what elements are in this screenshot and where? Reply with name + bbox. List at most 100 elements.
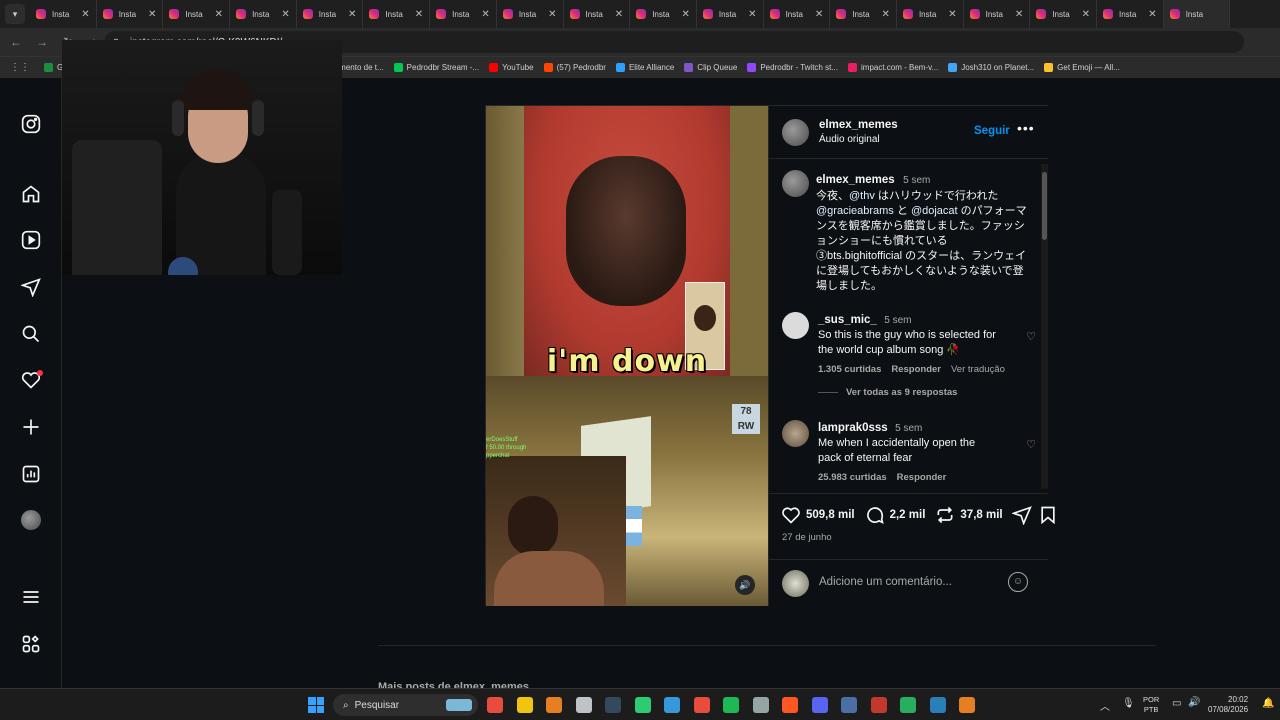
taskbar-app-icon[interactable]: [693, 697, 710, 713]
comment-username[interactable]: lamprak0sss: [818, 422, 888, 434]
more-icon[interactable]: [19, 632, 43, 656]
browser-tab[interactable]: Insta ✕: [30, 0, 97, 28]
like-icon[interactable]: [781, 505, 801, 525]
author-username[interactable]: elmex_memes: [819, 119, 898, 131]
reels-icon[interactable]: [19, 228, 43, 252]
close-tab-icon[interactable]: ✕: [148, 9, 156, 20]
menu-icon[interactable]: [19, 585, 43, 609]
browser-tab[interactable]: Insta ✕: [897, 0, 964, 28]
taskbar-app-icon[interactable]: [811, 697, 828, 713]
audio-link[interactable]: Áudio original: [819, 134, 880, 145]
browser-tab[interactable]: Insta ✕: [630, 0, 697, 28]
browser-tab[interactable]: Insta ✕: [497, 0, 564, 28]
browser-tab[interactable]: Insta ✕: [363, 0, 431, 28]
comment-icon[interactable]: [865, 505, 885, 525]
taskbar-app-icon[interactable]: [841, 697, 857, 713]
bookmark-item[interactable]: impact.com - Bem-v...: [848, 63, 938, 72]
close-tab-icon[interactable]: ✕: [748, 9, 756, 20]
comment-avatar[interactable]: [782, 420, 809, 447]
view-replies-button[interactable]: Ver todas as 9 respostas: [846, 387, 957, 398]
tab-list-button[interactable]: ▾: [5, 4, 25, 24]
close-tab-icon[interactable]: ✕: [1082, 9, 1090, 20]
search-icon[interactable]: [19, 322, 43, 346]
comment-username[interactable]: _sus_mic_: [818, 314, 877, 326]
input-language[interactable]: POR PTB: [1143, 695, 1159, 715]
repost-count[interactable]: 37,8 mil: [960, 509, 1002, 521]
bookmark-item[interactable]: (57) Pedrodbr: [543, 63, 606, 72]
start-icon[interactable]: [308, 697, 324, 713]
bookmark-item[interactable]: Elite Alliance: [615, 63, 674, 72]
more-options-icon[interactable]: •••: [1017, 120, 1035, 136]
taskbar-app-icon[interactable]: [900, 697, 916, 713]
browser-tab[interactable]: Insta ✕: [564, 0, 631, 28]
network-icon[interactable]: ▭: [1172, 698, 1181, 709]
profile-icon[interactable]: [19, 508, 43, 532]
follow-button[interactable]: Seguir: [974, 125, 1010, 137]
instagram-icon[interactable]: [19, 112, 43, 136]
dashboard-icon[interactable]: [19, 462, 43, 486]
bookmark-item[interactable]: Get Emoji — All...: [1044, 63, 1120, 72]
taskbar-app-icon[interactable]: [723, 697, 739, 713]
browser-tab[interactable]: Insta ✕: [1097, 0, 1164, 28]
create-icon[interactable]: [19, 415, 43, 439]
volume-icon[interactable]: 🔊: [1188, 697, 1200, 708]
caption-username[interactable]: elmex_memes: [816, 174, 895, 186]
comment-likes[interactable]: 25.983 curtidas: [818, 472, 887, 483]
mention-link[interactable]: @gracieabrams: [816, 205, 894, 217]
close-tab-icon[interactable]: ✕: [1148, 9, 1156, 20]
close-tab-icon[interactable]: ✕: [882, 9, 890, 20]
translate-button[interactable]: Ver tradução: [951, 364, 1005, 375]
reply-button[interactable]: Responder: [891, 364, 941, 375]
reply-button[interactable]: Responder: [897, 472, 947, 483]
back-icon[interactable]: ←: [6, 35, 26, 49]
close-tab-icon[interactable]: ✕: [815, 9, 823, 20]
close-tab-icon[interactable]: ✕: [215, 9, 223, 20]
close-tab-icon[interactable]: ✕: [481, 9, 489, 20]
close-tab-icon[interactable]: ✕: [615, 9, 623, 20]
taskbar-app-icon[interactable]: [752, 697, 769, 713]
mention-link[interactable]: @dojacat: [911, 205, 958, 217]
browser-tab[interactable]: Insta ✕: [230, 0, 297, 28]
browser-tab[interactable]: Insta ✕: [1030, 0, 1097, 28]
bookmark-item[interactable]: Clip Queue: [684, 63, 737, 72]
apps-icon[interactable]: ⋮⋮: [10, 62, 30, 73]
browser-tab[interactable]: Insta ✕: [163, 0, 231, 28]
close-tab-icon[interactable]: ✕: [81, 9, 89, 20]
explore-icon[interactable]: [19, 275, 43, 299]
taskbar-app-icon[interactable]: [605, 697, 621, 713]
taskbar-app-icon[interactable]: [782, 697, 798, 713]
browser-tab[interactable]: Insta ✕: [97, 0, 164, 28]
close-tab-icon[interactable]: ✕: [281, 9, 289, 20]
browser-tab[interactable]: Insta ✕: [830, 0, 897, 28]
notification-center-icon[interactable]: 🔔: [1262, 698, 1274, 709]
taskbar-app-icon[interactable]: [575, 697, 592, 713]
close-tab-icon[interactable]: ✕: [548, 9, 556, 20]
bookmark-item[interactable]: Josh310 on Planet...: [948, 63, 1034, 72]
taskbar-app-icon[interactable]: [664, 697, 680, 713]
bookmark-item[interactable]: Pedrodbr Stream -...: [393, 63, 479, 72]
bookmark-item[interactable]: YouTube: [489, 63, 534, 72]
taskbar-app-icon[interactable]: [516, 697, 533, 713]
comment-like-icon[interactable]: ♡: [1026, 330, 1036, 343]
save-icon[interactable]: [1039, 505, 1057, 525]
comment-avatar[interactable]: [782, 312, 809, 339]
browser-tab[interactable]: Insta ✕: [964, 0, 1031, 28]
browser-tab[interactable]: Insta ✕: [430, 0, 497, 28]
browser-tab[interactable]: Insta ✕: [764, 0, 831, 28]
share-icon[interactable]: [1012, 505, 1032, 525]
taskbar-app-icon[interactable]: [487, 697, 503, 713]
comment-likes[interactable]: 1.305 curtidas: [818, 364, 881, 375]
taskbar-search[interactable]: ⌕ Pesquisar: [333, 694, 478, 716]
mention-link[interactable]: @thv: [849, 190, 875, 202]
caption-avatar[interactable]: [782, 170, 809, 197]
comment-like-icon[interactable]: ♡: [1026, 438, 1036, 451]
tray-chevron-icon[interactable]: ︿: [1100, 698, 1110, 713]
taskbar-app-icon[interactable]: [634, 697, 651, 713]
taskbar-app-icon[interactable]: [870, 697, 887, 713]
close-tab-icon[interactable]: ✕: [348, 9, 356, 20]
bookmark-item[interactable]: Pedrodbr - Twitch st...: [747, 63, 838, 72]
taskbar-app-icon[interactable]: [959, 697, 975, 713]
close-tab-icon[interactable]: ✕: [948, 9, 956, 20]
clock[interactable]: 20:02 07/08/2026: [1208, 695, 1248, 715]
author-avatar[interactable]: [782, 119, 809, 146]
